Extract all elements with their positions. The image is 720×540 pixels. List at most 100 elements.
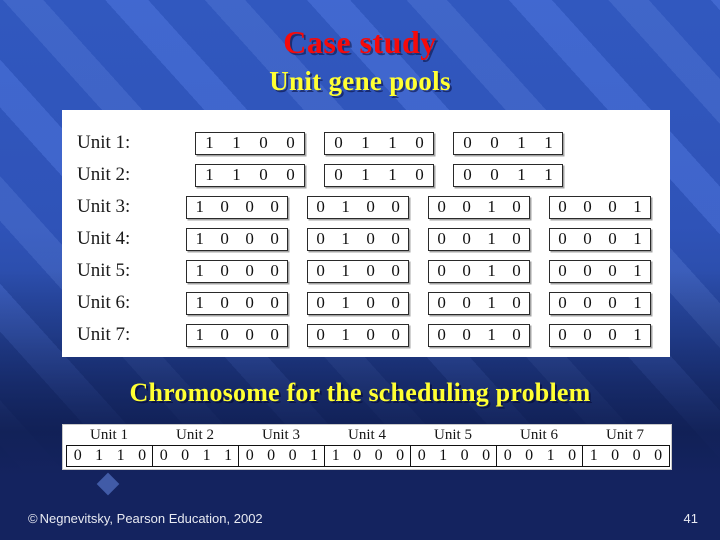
page-number: 41 (683, 511, 698, 526)
gene-box: 0010 (428, 291, 531, 315)
gene-bit: 1 (388, 164, 397, 184)
gene-bit: 0 (415, 164, 424, 184)
chromosome-bit: 0 (568, 447, 577, 464)
gene-bit: 1 (633, 260, 642, 280)
gene-box: 0100 (307, 195, 410, 219)
gene-bit: 0 (608, 196, 617, 216)
gene-bit: 0 (391, 260, 400, 280)
chromosome-bit: 1 (546, 447, 555, 464)
gene-bit: 0 (512, 324, 521, 344)
gene-bit: 0 (437, 260, 446, 280)
gene-bit: 1 (487, 324, 496, 344)
gene-bit: 0 (270, 196, 279, 216)
gene-bit: 0 (583, 228, 592, 248)
footer-credit-text: Negnevitsky, Pearson Education, 2002 (39, 511, 263, 526)
gene-pool-row: Unit 1: 1 1 0 0 0 1 1 0 0 0 1 1 (62, 127, 670, 159)
gene-bit: 0 (391, 196, 400, 216)
gene-pool-row-label: Unit 3: (77, 196, 131, 217)
gene-bit: 0 (583, 196, 592, 216)
chromosome-bit: 0 (245, 447, 254, 464)
gene-bit: 1 (388, 132, 397, 152)
gene-bit: 0 (490, 132, 499, 152)
chromosome-bit: 1 (95, 447, 104, 464)
gene-bit: 0 (316, 228, 325, 248)
gene-pool-row: Unit 2: 1 1 0 0 0 1 1 0 0 0 1 1 (62, 159, 670, 191)
chromosome-unit-group: 0110 (66, 445, 154, 467)
chromosome-unit-header: Unit 2 (176, 427, 214, 443)
gene-bit: 0 (558, 196, 567, 216)
gene-box: 0100 (307, 259, 410, 283)
gene-bit: 0 (366, 260, 375, 280)
gene-bit: 0 (366, 324, 375, 344)
chromosome-bit: 0 (138, 447, 147, 464)
gene-box: 0001 (549, 291, 652, 315)
gene-box: 0010 (428, 195, 531, 219)
gene-pool-row: Unit 3: 1 0 0 0 0 1 0 0 0 0 1 0 0 0 0 1 (62, 191, 670, 223)
gene-bit: 0 (270, 292, 279, 312)
gene-bit: 0 (558, 292, 567, 312)
gene-pool-row-label: Unit 4: (77, 228, 131, 249)
gene-pool-panel: Unit 1: 1 1 0 0 0 1 1 0 0 0 1 1 Unit 2: 1 1 0 0 0 1 1 0 0 0 1 1 Un… (62, 110, 670, 357)
gene-bit: 0 (270, 260, 279, 280)
gene-bit: 0 (558, 260, 567, 280)
gene-bit: 0 (462, 324, 471, 344)
gene-bit: 0 (391, 228, 400, 248)
chromosome-unit-header: Unit 1 (90, 427, 128, 443)
gene-pool-row: Unit 5: 1 0 0 0 0 1 0 0 0 0 1 0 0 0 0 1 (62, 255, 670, 287)
gene-bit: 0 (608, 324, 617, 344)
chromosome-bit: 1 (589, 447, 598, 464)
gene-box: 0011 (453, 131, 563, 155)
gene-bit: 0 (245, 260, 254, 280)
chromosome-unit-header: Unit 6 (520, 427, 558, 443)
gene-bit: 0 (437, 324, 446, 344)
gene-bit: 0 (608, 228, 617, 248)
chromosome-bit: 0 (181, 447, 190, 464)
chromosome-bit: 0 (611, 447, 620, 464)
gene-pool-row: Unit 4: 1 0 0 0 0 1 0 0 0 0 1 0 0 0 0 1 (62, 223, 670, 255)
gene-bit: 1 (633, 292, 642, 312)
gene-bit: 0 (270, 324, 279, 344)
gene-bit: 0 (512, 196, 521, 216)
gene-bit: 0 (270, 228, 279, 248)
gene-bit: 1 (341, 196, 350, 216)
gene-box: 0010 (428, 227, 531, 251)
gene-bit: 1 (232, 132, 241, 152)
gene-box: 0011 (453, 163, 563, 187)
chromosome-unit-group: 0010 (496, 445, 584, 467)
gene-bit: 0 (220, 260, 229, 280)
chromosome-bit: 0 (654, 447, 663, 464)
gene-bit: 0 (462, 196, 471, 216)
chromosome-bit: 1 (202, 447, 211, 464)
chromosome-unit-header: Unit 7 (606, 427, 644, 443)
gene-bit: 1 (361, 132, 370, 152)
chromosome-bit: 0 (482, 447, 491, 464)
gene-bit: 0 (583, 324, 592, 344)
gene-pool-row-label: Unit 6: (77, 292, 131, 313)
gene-box: 0100 (307, 323, 410, 347)
gene-pool-row-label: Unit 5: (77, 260, 131, 281)
gene-bit: 1 (341, 324, 350, 344)
slide-subtitle: Unit gene pools (269, 66, 451, 96)
gene-bit: 0 (220, 292, 229, 312)
gene-box: 1100 (195, 163, 305, 187)
gene-bit: 0 (316, 324, 325, 344)
gene-bit: 0 (463, 132, 472, 152)
chromosome-unit-group: 0011 (152, 445, 240, 467)
gene-bit: 0 (366, 196, 375, 216)
gene-bit: 1 (195, 260, 204, 280)
gene-bit: 1 (633, 196, 642, 216)
gene-pool-row-label: Unit 7: (77, 324, 131, 345)
gene-box: 0010 (428, 323, 531, 347)
gene-bit: 0 (391, 324, 400, 344)
chromosome-unit-header: Unit 3 (262, 427, 300, 443)
gene-pool-row: Unit 7: 1 0 0 0 0 1 0 0 0 0 1 0 0 0 0 1 (62, 319, 670, 351)
gene-bit: 1 (195, 292, 204, 312)
chromosome-bit: 0 (417, 447, 426, 464)
gene-bit: 0 (316, 260, 325, 280)
gene-bit: 1 (205, 132, 214, 152)
gene-box: 0001 (549, 259, 652, 283)
gene-bit: 0 (245, 228, 254, 248)
gene-box: 0110 (324, 163, 434, 187)
chromosome-unit-group: 0001 (238, 445, 326, 467)
gene-bit: 1 (341, 228, 350, 248)
